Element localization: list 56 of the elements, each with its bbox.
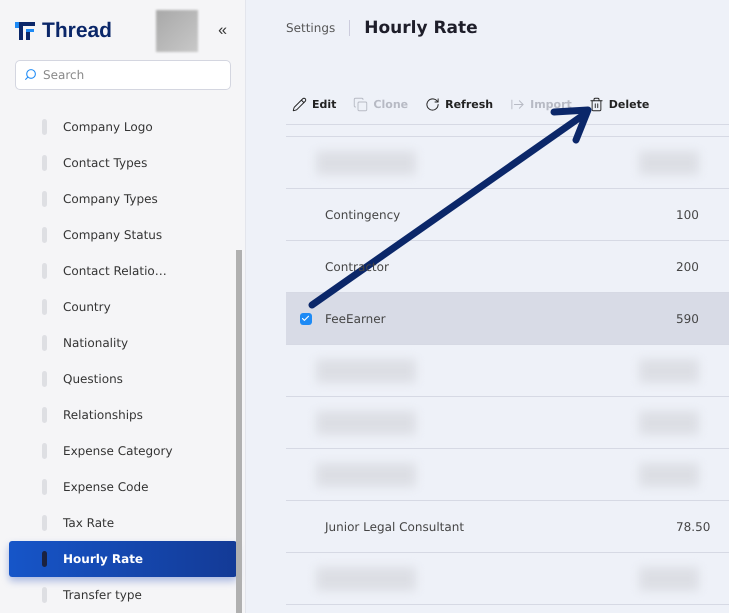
sidebar-item[interactable]: Expense Code xyxy=(9,469,237,505)
item-label: Expense Category xyxy=(63,444,173,458)
item-label: Relationships xyxy=(63,408,143,422)
item-label: Company Status xyxy=(63,228,162,242)
checkbox[interactable] xyxy=(300,312,312,324)
sidebar-item[interactable]: Contact Relatio… xyxy=(9,253,237,289)
table-cell-text: Contingency xyxy=(325,208,402,222)
toolbar-button[interactable]: Refresh xyxy=(425,96,494,112)
item-label: Nationality xyxy=(63,336,128,350)
sidebar-item[interactable]: Company Status xyxy=(9,217,237,253)
logo-text: Thread xyxy=(42,19,112,43)
sidebar-item[interactable]: Company Logo xyxy=(9,109,237,145)
table-cell: 78.50 xyxy=(676,520,710,534)
search-field[interactable]: Search xyxy=(15,60,231,90)
table-cell: 200 xyxy=(676,260,699,274)
breadcrumb-link[interactable]: Settings xyxy=(286,21,336,35)
item-label: Questions xyxy=(63,372,123,386)
search-icon xyxy=(24,68,37,81)
collapse-button[interactable]: « xyxy=(214,22,231,40)
item-label: Company Types xyxy=(63,192,158,206)
sidebar-item[interactable]: Country xyxy=(9,289,237,325)
sidebar-item[interactable]: Company Types xyxy=(9,181,237,217)
sidebar-item[interactable]: Contact Types xyxy=(9,145,237,181)
item-label: Transfer type xyxy=(63,588,142,602)
table-row[interactable]: FeeEarner 590 xyxy=(286,293,729,345)
item-label: Company Logo xyxy=(63,120,153,134)
logo-icon xyxy=(14,20,36,42)
scrollbar[interactable] xyxy=(236,250,242,613)
refresh-icon xyxy=(425,96,440,112)
item-label: Expense Code xyxy=(63,480,148,494)
sidebar-item[interactable]: Nationality xyxy=(9,325,237,361)
copy-icon xyxy=(353,96,368,112)
sidebar-item[interactable]: Questions xyxy=(9,361,237,397)
avatar[interactable] xyxy=(156,10,198,52)
sidebar-item[interactable]: Tax Rate xyxy=(9,505,237,541)
sidebar-item[interactable]: Relationships xyxy=(9,397,237,433)
item-label: Hourly Rate xyxy=(63,552,144,566)
trash-icon xyxy=(588,96,604,112)
item-label: Country xyxy=(63,300,111,314)
table-row[interactable]: Junior Legal Consultant 78.50 xyxy=(286,501,729,553)
table-cell: 100 xyxy=(676,208,699,222)
page-title: Hourly Rate xyxy=(364,18,478,38)
table-row[interactable]: Contingency 100 xyxy=(286,189,729,241)
item-marker-icon xyxy=(42,551,47,567)
item-label: Tax Rate xyxy=(63,516,114,530)
sidebar-item[interactable]: Expense Category xyxy=(9,433,237,469)
table-cell-text: FeeEarner xyxy=(325,312,387,326)
item-label: Contact Relatio… xyxy=(63,264,167,278)
table-cell-text: Junior Legal Consultant xyxy=(325,520,466,534)
sidebar-item[interactable]: Transfer type xyxy=(9,577,237,613)
item-label: Contact Types xyxy=(63,156,148,170)
sidebar-item[interactable]: Hourly Rate xyxy=(9,541,237,577)
table-cell: 590 xyxy=(676,312,699,326)
pencil-icon xyxy=(292,96,307,112)
toolbar-button[interactable]: Delete xyxy=(588,96,650,112)
toolbar-button[interactable]: Edit xyxy=(292,96,336,112)
